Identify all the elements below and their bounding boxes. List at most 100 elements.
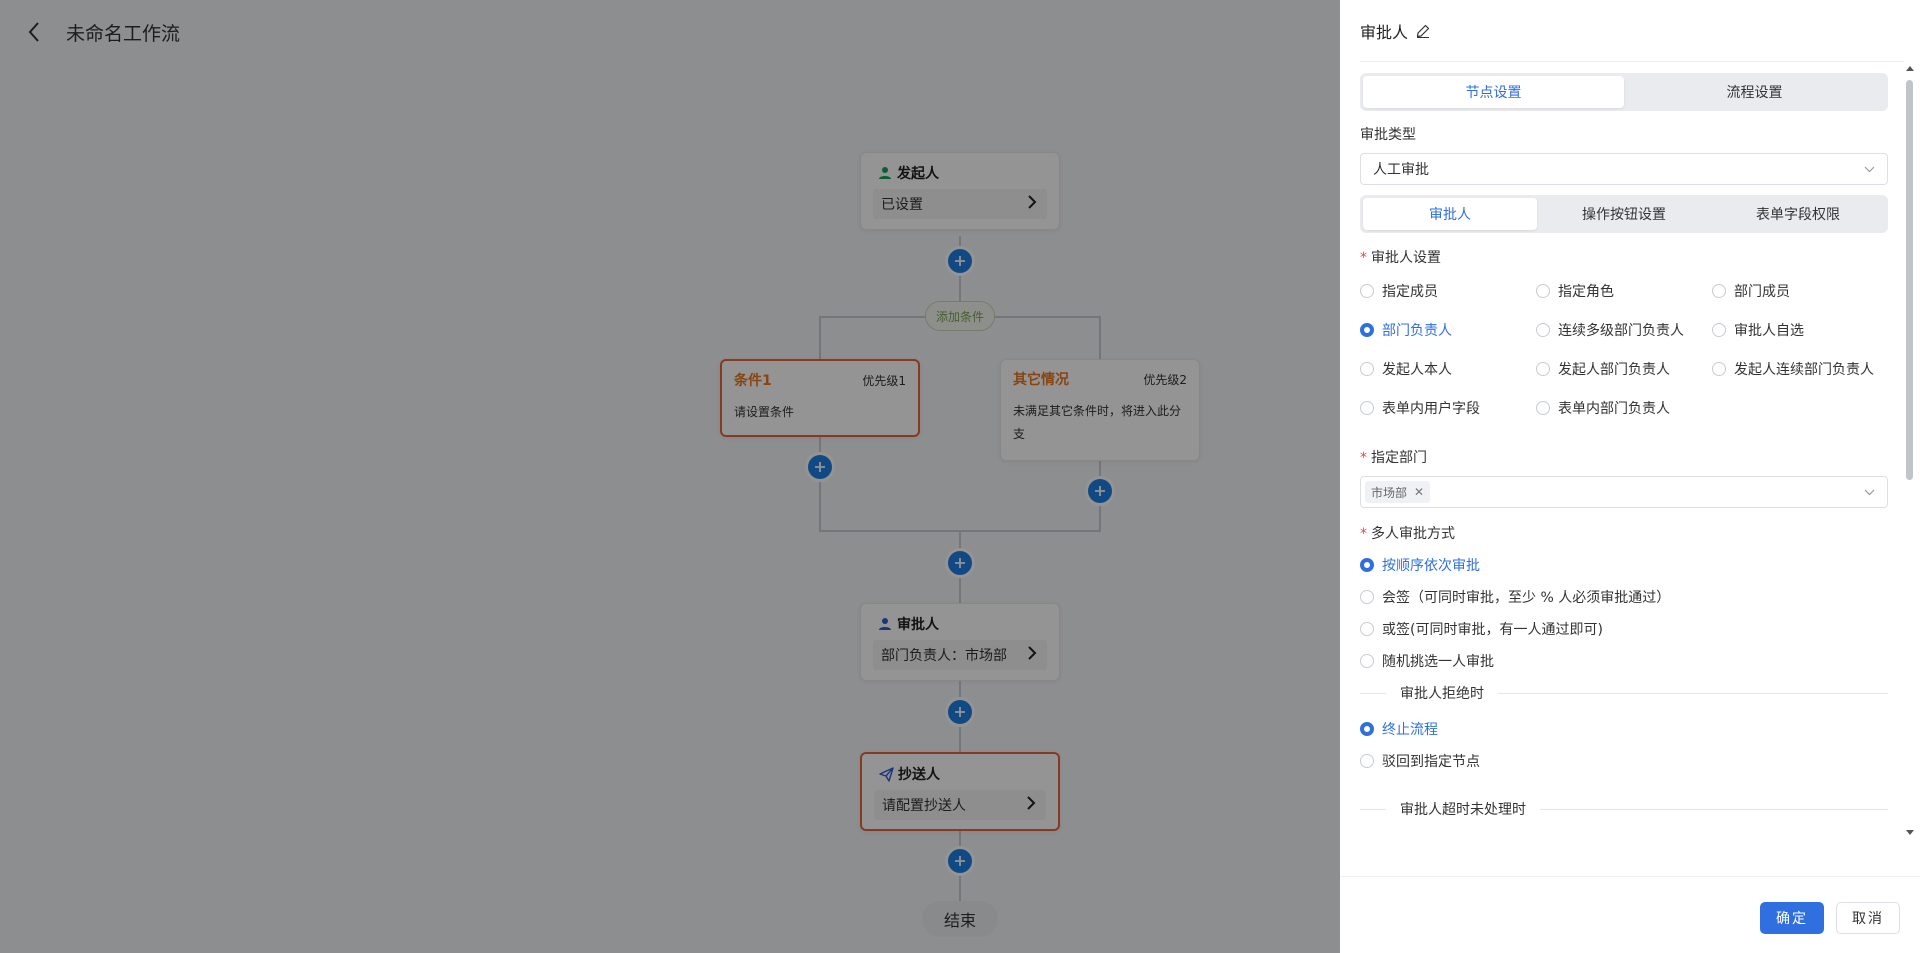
add-node-button[interactable] <box>808 455 832 479</box>
chevron-right-icon <box>1028 646 1037 664</box>
tab-approver[interactable]: 审批人 <box>1363 198 1537 230</box>
radio-icon <box>1360 283 1374 298</box>
reject-options: 终止流程 驳回到指定节点 <box>1360 713 1888 777</box>
radio-icon <box>1536 283 1550 298</box>
radio-option[interactable]: 指定角色 <box>1536 271 1712 310</box>
approval-type-label: 审批类型 <box>1360 127 1416 143</box>
scroll-up-icon[interactable] <box>1905 66 1914 76</box>
tab-flow-settings[interactable]: 流程设置 <box>1624 76 1885 108</box>
close-icon[interactable]: ✕ <box>1414 485 1424 499</box>
scrollbar-thumb[interactable] <box>1906 80 1913 480</box>
end-node: 结束 <box>922 901 998 937</box>
drawer-footer: 确定 取消 <box>1340 876 1920 953</box>
radio-icon <box>1712 322 1726 337</box>
plus-icon <box>815 462 825 472</box>
approval-type-select[interactable]: 人工审批 <box>1360 153 1888 185</box>
approver-node[interactable]: 审批人 部门负责人：市场部 <box>860 603 1060 681</box>
radio-label: 审批人自选 <box>1734 322 1804 339</box>
radio-option[interactable]: 审批人自选 <box>1712 310 1888 349</box>
node-value: 部门负责人：市场部 <box>881 648 1007 664</box>
plus-icon <box>955 558 965 568</box>
node-title: 审批人 <box>897 617 939 633</box>
radio-option[interactable]: 按顺序依次审批 <box>1360 549 1888 581</box>
radio-icon <box>1712 283 1726 298</box>
radio-icon <box>1536 361 1550 376</box>
user-icon <box>877 616 893 632</box>
plus-icon <box>955 256 965 266</box>
condition-node[interactable]: 条件1 优先级1 请设置条件 <box>720 359 920 437</box>
node-value: 已设置 <box>881 197 923 213</box>
multi-approve-label: * 多人审批方式 <box>1360 526 1455 542</box>
radio-option[interactable]: 指定成员 <box>1360 271 1536 310</box>
radio-label: 表单内用户字段 <box>1382 400 1480 417</box>
confirm-button[interactable]: 确定 <box>1760 902 1824 934</box>
add-node-button[interactable] <box>948 849 972 873</box>
condition-priority: 优先级2 <box>1143 372 1187 387</box>
initiator-node[interactable]: 发起人 已设置 <box>860 152 1060 230</box>
radio-option[interactable]: 随机挑选一人审批 <box>1360 645 1888 677</box>
radio-label: 部门成员 <box>1734 283 1790 300</box>
scroll-down-icon[interactable] <box>1905 830 1914 840</box>
radio-label: 随机挑选一人审批 <box>1382 654 1494 670</box>
connector-line <box>819 316 821 360</box>
radio-icon <box>1360 754 1374 768</box>
condition-desc: 请设置条件 <box>734 405 795 419</box>
radio-icon <box>1360 654 1374 668</box>
chevron-right-icon <box>1028 195 1037 213</box>
radio-label: 表单内部门负责人 <box>1558 400 1670 417</box>
node-title: 发起人 <box>897 166 939 182</box>
radio-icon <box>1360 590 1374 604</box>
chevron-down-icon <box>1864 161 1875 177</box>
chevron-right-icon <box>1027 796 1036 814</box>
cc-node[interactable]: 抄送人 请配置抄送人 <box>860 752 1060 831</box>
node-tabs: 节点设置 流程设置 <box>1360 73 1888 111</box>
cancel-button[interactable]: 取消 <box>1836 902 1900 934</box>
radio-label: 连续多级部门负责人 <box>1558 322 1684 339</box>
radio-icon <box>1360 622 1374 636</box>
radio-option[interactable]: 连续多级部门负责人 <box>1536 310 1712 349</box>
node-title: 抄送人 <box>898 767 940 783</box>
radio-option[interactable]: 发起人本人 <box>1360 349 1536 388</box>
radio-option[interactable]: 会签（可同时审批，至少 % 人必须审批通过） <box>1360 581 1888 613</box>
add-node-button[interactable] <box>1088 479 1112 503</box>
radio-option[interactable]: 表单内部门负责人 <box>1536 388 1712 427</box>
pencil-icon[interactable] <box>1416 23 1432 39</box>
add-node-button[interactable] <box>948 700 972 724</box>
approver-settings-drawer: 审批人 节点设置 流程设置 审批类型 人工审批 审批人 操作按钮设置 表单字段权… <box>1340 0 1920 953</box>
drawer-content[interactable]: 节点设置 流程设置 审批类型 人工审批 审批人 操作按钮设置 表单字段权限 * 审… <box>1360 62 1888 877</box>
approver-options: 指定成员 指定角色 部门成员部门负责人 连续多级部门负责人 审批人自选发起人本人 发起人部… <box>1360 271 1888 427</box>
radio-label: 或签(可同时审批，有一人通过即可) <box>1382 622 1603 638</box>
add-condition-button[interactable]: 添加条件 <box>925 301 995 331</box>
radio-label: 部门负责人 <box>1382 322 1452 339</box>
radio-option[interactable]: 终止流程 <box>1360 713 1888 745</box>
radio-option[interactable]: 发起人部门负责人 <box>1536 349 1712 388</box>
radio-label: 发起人本人 <box>1382 361 1452 378</box>
condition-node[interactable]: 其它情况 优先级2 未满足其它条件时，将进入此分支 <box>1000 359 1200 461</box>
approver-setting-label: * 审批人设置 <box>1360 250 1441 266</box>
add-node-button[interactable] <box>948 249 972 273</box>
radio-icon <box>1536 400 1550 415</box>
radio-icon <box>1360 361 1374 376</box>
radio-label: 会签（可同时审批，至少 % 人必须审批通过） <box>1382 590 1671 606</box>
radio-icon <box>1360 322 1374 337</box>
radio-option[interactable]: 表单内用户字段 <box>1360 388 1536 427</box>
dept-label: * 指定部门 <box>1360 450 1427 466</box>
radio-icon <box>1360 722 1374 736</box>
radio-option[interactable]: 驳回到指定节点 <box>1360 745 1888 777</box>
multi-approve-options: 按顺序依次审批会签（可同时审批，至少 % 人必须审批通过） 或签(可同时审批，有一… <box>1360 549 1888 677</box>
radio-icon <box>1536 322 1550 337</box>
radio-option[interactable]: 部门成员 <box>1712 271 1888 310</box>
drawer-scrollbar[interactable] <box>1905 66 1914 840</box>
dept-select[interactable]: 市场部 ✕ <box>1360 476 1888 508</box>
radio-option[interactable]: 或签(可同时审批，有一人通过即可) <box>1360 613 1888 645</box>
plus-icon <box>1095 486 1105 496</box>
radio-option[interactable]: 发起人连续部门负责人 <box>1712 349 1888 388</box>
condition-name: 条件1 <box>734 373 772 389</box>
tab-field-permissions[interactable]: 表单字段权限 <box>1711 198 1885 230</box>
tab-action-buttons[interactable]: 操作按钮设置 <box>1537 198 1711 230</box>
condition-priority: 优先级1 <box>862 373 906 388</box>
add-node-button[interactable] <box>948 551 972 575</box>
tab-node-settings[interactable]: 节点设置 <box>1363 76 1624 108</box>
radio-option[interactable]: 部门负责人 <box>1360 310 1536 349</box>
approver-sub-tabs: 审批人 操作按钮设置 表单字段权限 <box>1360 195 1888 233</box>
